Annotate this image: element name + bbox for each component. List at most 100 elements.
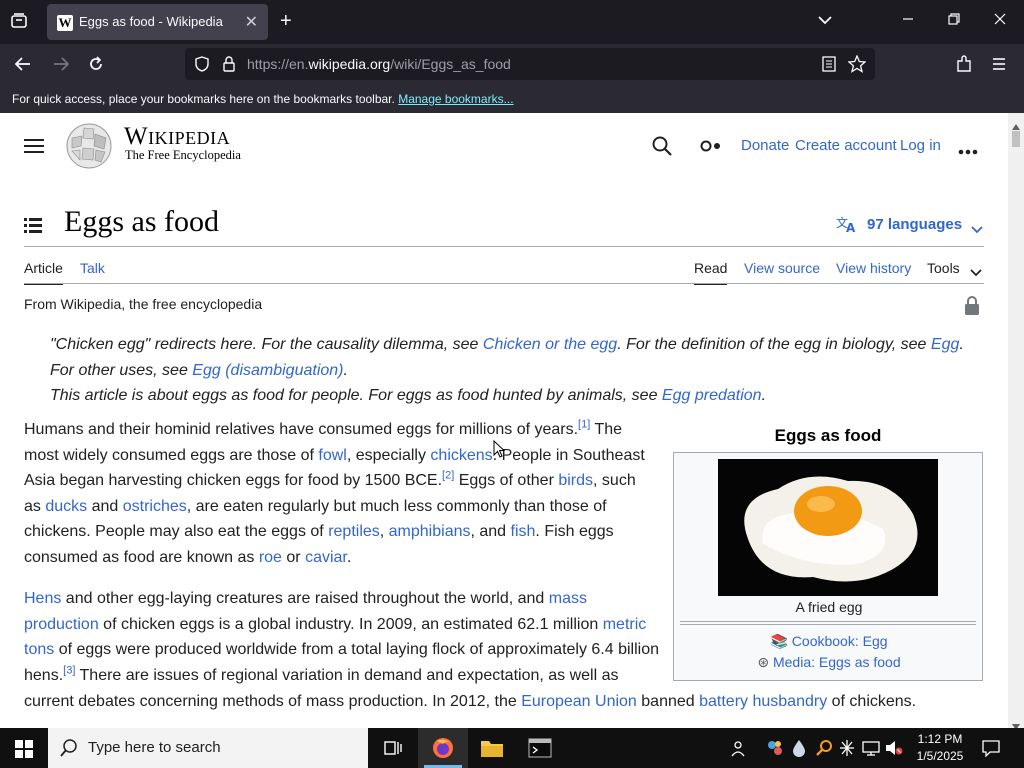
- mass-production-link-2[interactable]: production: [24, 616, 99, 633]
- extensions-icon[interactable]: [956, 55, 972, 78]
- appearance-icon[interactable]: [700, 138, 722, 159]
- protection-lock-icon[interactable]: [964, 296, 980, 321]
- image-caption: A fried egg: [795, 599, 863, 615]
- close-window-icon[interactable]: [994, 12, 1006, 30]
- wikipedia-wordmark[interactable]: Wikipedia: [124, 123, 230, 151]
- taskbar-search-icon: [60, 739, 78, 761]
- back-icon[interactable]: [14, 55, 32, 78]
- bookmarks-hint: For quick access, place your bookmarks h…: [12, 92, 395, 106]
- languages-button[interactable]: 97 languages: [867, 216, 962, 233]
- para2-line1: Hens and other egg-laying creatures are …: [24, 590, 588, 607]
- clock-date[interactable]: 1/5/2025: [912, 749, 968, 763]
- taskbar-search-box[interactable]: Type here to search: [48, 728, 368, 768]
- reptiles-link[interactable]: reptiles: [328, 523, 380, 540]
- address-bar[interactable]: https://en.wikipedia.org/wiki/Eggs_as_fo…: [185, 48, 875, 80]
- scrollbar-thumb[interactable]: [1012, 131, 1020, 147]
- people-icon[interactable]: [731, 739, 749, 762]
- file-explorer-icon[interactable]: [480, 737, 504, 764]
- forward-icon[interactable]: [52, 55, 70, 78]
- network-activity-icon[interactable]: [839, 739, 855, 762]
- active-tab[interactable]: W Eggs as food - Wikipedia ✕: [47, 4, 268, 40]
- tab-talk[interactable]: Talk: [80, 260, 105, 276]
- bookmark-star-icon[interactable]: [847, 54, 867, 78]
- main-menu-icon[interactable]: [24, 138, 44, 159]
- tab-view-source[interactable]: View source: [744, 260, 820, 276]
- egg-disambiguation-link[interactable]: Egg (disambiguation): [192, 362, 343, 379]
- caviar-link[interactable]: caviar: [305, 549, 347, 566]
- para1-line6: consumed as food are known as roe or cav…: [24, 549, 352, 566]
- roe-link[interactable]: roe: [259, 549, 282, 566]
- fish-link[interactable]: fish: [511, 523, 536, 540]
- ref-1[interactable]: [1]: [578, 419, 590, 431]
- cookbook-egg-link[interactable]: Cookbook: Egg: [792, 633, 888, 649]
- hatnote-chicken-egg: "Chicken egg" redirects here. For the ca…: [50, 336, 964, 353]
- european-union-link[interactable]: European Union: [521, 693, 637, 710]
- ref-2[interactable]: [2]: [442, 470, 454, 482]
- page-title: Eggs as food: [64, 205, 219, 238]
- more-options-icon[interactable]: [958, 142, 978, 160]
- taskbar-firefox-button[interactable]: [418, 728, 468, 768]
- app-menu-icon[interactable]: [992, 57, 1006, 75]
- windows-start-icon[interactable]: [15, 740, 33, 763]
- hens-link[interactable]: Hens: [24, 590, 61, 607]
- donate-link[interactable]: Donate: [741, 137, 789, 154]
- table-of-contents-icon[interactable]: [24, 217, 42, 238]
- url-text[interactable]: https://en.wikipedia.org/wiki/Eggs_as_fo…: [247, 56, 511, 72]
- volume-muted-icon[interactable]: [885, 739, 903, 762]
- search-icon[interactable]: [652, 136, 672, 161]
- firefox-view-icon[interactable]: [10, 12, 28, 35]
- commons-icon: ⊛: [757, 654, 770, 670]
- close-tab-icon[interactable]: ✕: [245, 12, 258, 32]
- mass-production-link[interactable]: mass: [549, 590, 587, 607]
- notifications-icon[interactable]: [982, 739, 1000, 762]
- wikipedia-globe-logo[interactable]: [64, 122, 114, 175]
- shield-icon[interactable]: [194, 56, 210, 77]
- tools-chevron-icon[interactable]: [970, 264, 982, 282]
- log-in-link[interactable]: Log in: [900, 137, 941, 154]
- egg-predation-link[interactable]: Egg predation: [662, 387, 762, 404]
- fried-egg-image[interactable]: [718, 459, 938, 596]
- minimize-icon[interactable]: [902, 12, 914, 30]
- new-tab-icon[interactable]: +: [280, 10, 292, 33]
- birds-link[interactable]: birds: [558, 472, 593, 489]
- para2-line2: production of chicken eggs is a global i…: [24, 616, 647, 633]
- ref-3[interactable]: [3]: [63, 665, 75, 677]
- media-eggs-link[interactable]: Media: Eggs as food: [773, 654, 901, 670]
- egg-link[interactable]: Egg: [931, 336, 959, 353]
- chickens-link[interactable]: chickens: [430, 447, 492, 464]
- metric-tons-link-2[interactable]: tons: [24, 641, 54, 658]
- list-tabs-icon[interactable]: [818, 12, 832, 30]
- display-icon[interactable]: [862, 739, 880, 762]
- search-tool-icon[interactable]: [815, 739, 833, 762]
- languages-chevron-icon[interactable]: [971, 221, 983, 239]
- para2-line4: hens.[3] There are issues of regional va…: [24, 664, 619, 684]
- amphibians-link[interactable]: amphibians: [389, 523, 471, 540]
- metric-tons-link[interactable]: metric: [603, 616, 647, 633]
- para1-line2: most widely consumed eggs are those of f…: [24, 447, 645, 464]
- commons-row: ⊛ Media: Eggs as food: [674, 654, 984, 671]
- tools-menu[interactable]: Tools: [927, 260, 960, 276]
- water-drop-icon[interactable]: [792, 739, 806, 762]
- reload-icon[interactable]: [87, 55, 105, 78]
- reader-view-icon[interactable]: [822, 56, 836, 77]
- manage-bookmarks-link[interactable]: Manage bookmarks...: [398, 92, 513, 106]
- translate-icon[interactable]: 文A: [836, 215, 858, 238]
- clock-time[interactable]: 1:12 PM: [912, 732, 968, 746]
- wikibooks-icon: 📚: [770, 633, 788, 649]
- battery-husbandry-link[interactable]: battery husbandry: [699, 693, 827, 710]
- tab-article[interactable]: Article: [24, 260, 63, 285]
- terminal-icon[interactable]: [528, 737, 552, 764]
- restore-icon[interactable]: [948, 12, 960, 30]
- chicken-or-the-egg-link[interactable]: Chicken or the egg: [483, 336, 617, 353]
- ducks-link[interactable]: ducks: [45, 498, 87, 515]
- fowl-link[interactable]: fowl: [318, 447, 346, 464]
- ostriches-link[interactable]: ostriches: [123, 498, 187, 515]
- lock-icon[interactable]: [222, 56, 236, 77]
- tab-read[interactable]: Read: [694, 260, 728, 285]
- tab-view-history[interactable]: View history: [836, 260, 911, 276]
- create-account-link[interactable]: Create account: [795, 137, 897, 154]
- task-view-icon[interactable]: [383, 738, 403, 763]
- page-scrollbar[interactable]: [1008, 113, 1024, 730]
- web-page: Wikipedia The Free Encyclopedia Donate C…: [0, 113, 1008, 728]
- tray-app-icon[interactable]: [766, 739, 784, 762]
